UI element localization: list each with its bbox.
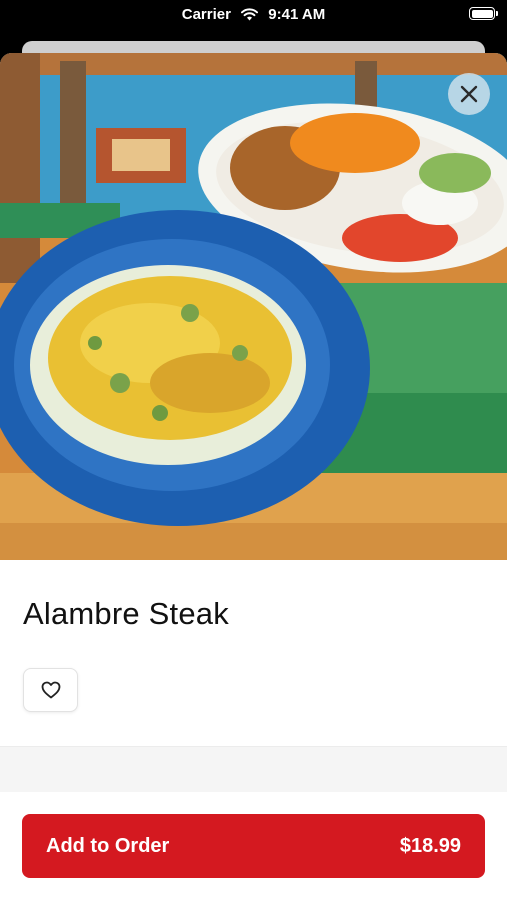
item-price: $18.99 (399, 834, 461, 857)
add-to-order-button[interactable]: Add to Order $18.99 (22, 814, 485, 878)
favorite-button[interactable] (23, 668, 78, 712)
heart-icon (41, 681, 60, 699)
status-bar: Carrier 9:41 AM (0, 0, 507, 32)
add-to-order-label: Add to Order (46, 834, 170, 857)
food-photo (0, 53, 507, 560)
close-icon (460, 85, 478, 103)
status-center: Carrier 9:41 AM (0, 6, 507, 25)
item-title: Alambre Steak (23, 596, 229, 631)
order-footer: Add to Order $18.99 (0, 792, 507, 900)
section-divider (0, 746, 507, 793)
clock: 9:41 AM (268, 6, 326, 23)
battery-icon (469, 7, 498, 20)
close-button[interactable] (448, 73, 490, 115)
item-detail-sheet: Alambre Steak Add to Order $18.99 (0, 53, 507, 900)
wifi-icon (241, 8, 259, 25)
carrier-label: Carrier (181, 6, 231, 23)
